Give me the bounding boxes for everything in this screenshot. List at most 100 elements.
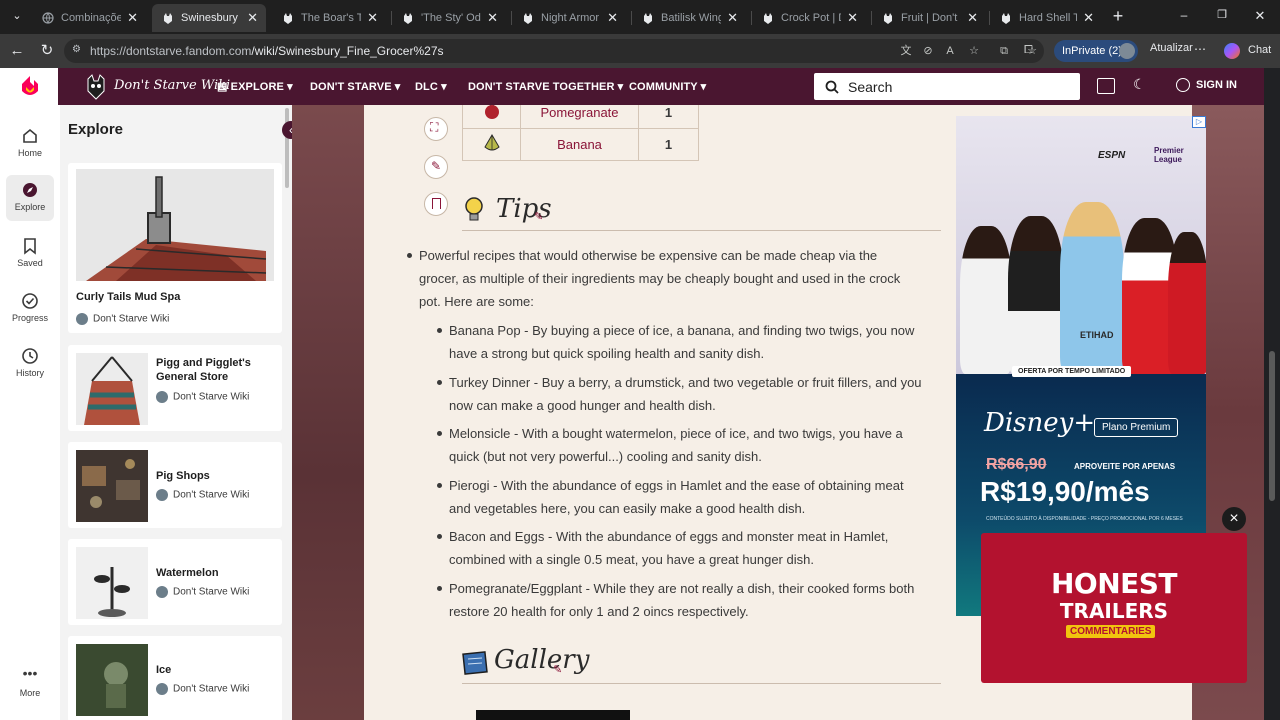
inprivate-badge[interactable]: InPrivate (2) [1054,40,1138,62]
edit-section-pencil-icon[interactable]: ✎ [553,663,562,676]
rail-history-label: History [15,368,44,378]
rail-home[interactable]: Home [0,127,60,158]
chat-label[interactable]: Chat [1248,44,1271,56]
nav-explore[interactable]: ▤ EXPLORE ▾ [217,80,293,93]
card-source: Don't Starve Wiki [156,683,249,695]
advertisement-honest-trailers[interactable]: HONEST TRAILERS COMMENTARIES [981,533,1247,683]
tab-actions-menu-icon[interactable]: ⌄ [8,9,26,25]
bookmark-button[interactable] [424,192,448,216]
fandom-favicon-icon [162,12,174,24]
close-tab-icon[interactable]: ✕ [727,10,738,26]
browser-tab[interactable]: Hard Shell Taco ✕ [990,4,1102,32]
wiki-logo-text: Don't Starve Wiki [114,78,231,93]
explore-card-watermelon[interactable]: Watermelon Don't Starve Wiki [68,539,282,625]
tab-separator [871,11,872,25]
edit-button[interactable]: ✎ [424,155,448,179]
sign-in-button[interactable]: SIGN IN [1196,79,1237,91]
banana-icon [462,128,521,161]
browser-tab[interactable]: Batilisk Wing | D ✕ [632,4,746,32]
nav-dont-starve[interactable]: DON'T STARVE ▾ [310,80,400,93]
user-icon[interactable] [1176,78,1190,92]
close-tab-icon[interactable]: ✕ [127,10,138,26]
discussions-icon[interactable] [1097,78,1115,94]
wiki-avatar-icon [156,586,168,598]
explore-card-pig-shops[interactable]: Pig Shops Don't Starve Wiki [68,442,282,528]
wiki-logo[interactable]: Don't Starve Wiki [78,71,230,103]
global-navigation-rail: Home Explore Saved Progress History ••• … [0,105,60,720]
browser-tab[interactable]: Fruit | Don't Star ✕ [872,4,986,32]
page-scrollbar[interactable] [1264,68,1280,720]
dark-mode-moon-icon[interactable]: ☾ [1133,76,1149,92]
nav-dont-starve-together[interactable]: DON'T STARVE TOGETHER ▾ [468,80,623,93]
tab-label: The Boar's Tusk [301,12,362,24]
explore-scrollbar[interactable] [285,108,289,188]
site-info-icon[interactable]: ⚙ [72,44,84,56]
explore-card-ice[interactable]: Ice Don't Starve Wiki [68,636,282,720]
rail-explore[interactable]: Explore [6,175,54,221]
fandom-logo-icon [22,76,38,95]
tab-separator [391,11,392,25]
explore-card-curly-tails[interactable]: Curly Tails Mud Spa Don't Starve Wiki [68,163,282,333]
close-tab-icon[interactable]: ✕ [487,10,498,26]
close-tab-icon[interactable]: ✕ [1083,10,1094,26]
rail-progress-label: Progress [11,313,48,323]
explore-panel: Explore Curly Tails Mud Spa Don't Starve… [60,105,292,720]
rail-progress[interactable]: Progress [0,292,60,323]
browser-tab-bar: ⌄ Combinações de✕Swinesbury Fine✕The Boa… [0,0,1280,34]
maximize-button[interactable]: ❐ [1214,8,1230,24]
browser-tab[interactable]: Swinesbury Fine ✕ [152,4,266,32]
collections-icon[interactable]: ⧠ [1024,44,1040,58]
nav-community[interactable]: COMMUNITY ▾ [629,80,706,93]
wiki-avatar-icon [76,313,88,325]
ingredient-name[interactable]: Pomegranate [520,105,639,129]
edit-section-pencil-icon[interactable]: ✎ [534,210,543,223]
rail-history[interactable]: History [0,347,60,378]
browser-tab[interactable]: Crock Pot | Don ✕ [752,4,866,32]
favorite-star-icon[interactable]: ☆ [966,44,982,58]
read-aloud-icon[interactable]: A [942,44,958,58]
translate-icon[interactable]: 文 [898,44,914,58]
gallery-image-thumbnail[interactable] [476,710,630,720]
settings-menu-icon[interactable]: ⋯ [1194,42,1208,58]
card-source-label: Don't Starve Wiki [93,313,170,325]
scrollbar-thumb[interactable] [1269,351,1275,501]
close-tab-icon[interactable]: ✕ [367,10,378,26]
adchoices-icon[interactable]: ▷ [1192,116,1206,128]
browser-tab[interactable]: The Boar's Tusk ✕ [272,4,386,32]
ad-football-section: ESPN Premier League ETIHAD [956,116,1206,374]
refresh-button[interactable]: ↻ [36,41,58,61]
update-button[interactable]: Atualizar [1150,42,1193,54]
back-button[interactable]: ← [6,41,28,61]
tracking-prevention-icon[interactable]: ⊘ [920,44,936,58]
nav-community-label: COMMUNITY [629,81,698,93]
explore-card-pigg-pigglet[interactable]: Pigg and Pigglet's General Store Don't S… [68,345,282,431]
rail-more[interactable]: ••• More [0,666,60,698]
close-tab-icon[interactable]: ✕ [967,10,978,26]
minimize-button[interactable]: – [1176,8,1192,24]
tip-item: Turkey Dinner - Buy a berry, a drumstick… [449,375,922,413]
new-tab-button[interactable]: + [1108,6,1128,26]
browser-tab[interactable]: Combinações de ✕ [32,4,146,32]
browser-tab[interactable]: 'The Sty' Odditie ✕ [392,4,506,32]
close-window-button[interactable]: ✕ [1252,8,1268,24]
nav-dlc[interactable]: DLC ▾ [415,80,447,93]
fandom-logo-cell[interactable] [0,68,58,105]
copilot-icon[interactable] [1224,43,1240,59]
ingredient-name[interactable]: Banana [520,128,639,161]
tab-label: Crock Pot | Don [781,12,841,24]
list-bullet [437,380,442,385]
close-tab-icon[interactable]: ✕ [847,10,858,26]
rail-saved[interactable]: Saved [0,237,60,268]
close-tab-icon[interactable]: ✕ [247,10,258,26]
bookmark-icon [24,238,36,255]
search-input[interactable]: Search [814,73,1080,100]
extensions-icon[interactable]: ⧉ [996,44,1012,58]
card-thumbnail [76,450,148,522]
close-ad-button[interactable]: × [1222,507,1246,531]
close-tab-icon[interactable]: ✕ [607,10,618,26]
browser-tab[interactable]: Night Armor | D ✕ [512,4,626,32]
gallery-book-icon [462,651,488,675]
url-field[interactable]: ⚙ https://dontstarve.fandom.com/wiki/Swi… [64,39,1044,63]
ad2-title-line1: HONEST [1050,567,1178,600]
fullscreen-button[interactable]: ⛶ [424,117,448,141]
